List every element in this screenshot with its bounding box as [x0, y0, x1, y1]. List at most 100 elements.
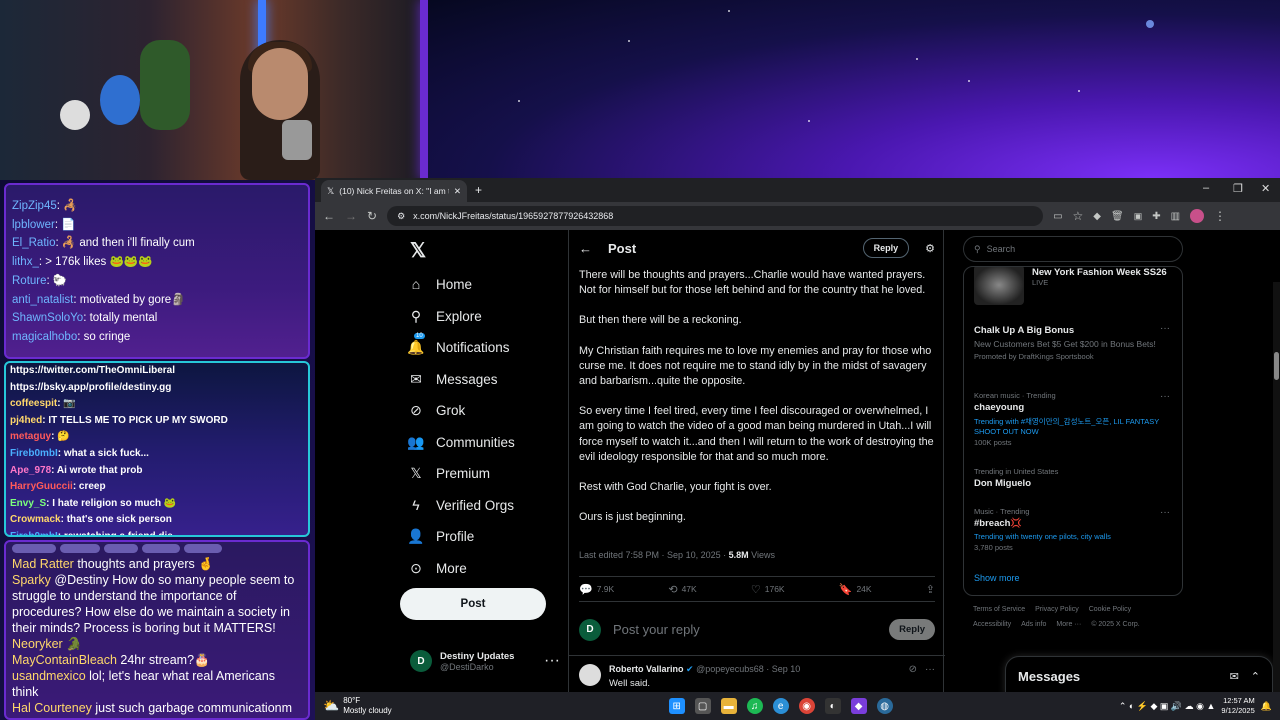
edge-icon[interactable]: e — [772, 698, 789, 714]
nav-communities[interactable]: 👥 Communities — [407, 434, 515, 450]
nav-home[interactable]: ⌂ Home — [408, 276, 472, 292]
chat-username[interactable]: usandmexico — [12, 669, 86, 683]
nav-grok[interactable]: ⊘ Grok — [408, 402, 465, 418]
profile-avatar[interactable] — [1190, 209, 1205, 223]
close-window-button[interactable]: ✕ — [1261, 182, 1270, 195]
chat-username[interactable]: MayContainBleach — [12, 653, 117, 667]
nav-notifications[interactable]: 🔔 10 Notifications — [407, 333, 510, 355]
repost-action[interactable]: ⟲ 47K — [668, 583, 696, 596]
edited-timestamp[interactable]: Last edited 7:58 PM · Sep 10, 2025 · — [579, 550, 729, 560]
grok-icon[interactable]: ⊘ — [909, 664, 917, 692]
nav-messages[interactable]: ✉ Messages — [408, 371, 497, 387]
nav-explore[interactable]: ⚲ Explore — [408, 308, 482, 324]
post-button[interactable]: Post — [400, 588, 546, 620]
reply-pill-button[interactable]: Reply — [862, 238, 910, 258]
chrome-icon[interactable]: ◉ — [798, 698, 815, 714]
nav-more[interactable]: ⊙ More — [408, 560, 467, 576]
extension-icon-2[interactable]: ▣ — [1134, 211, 1143, 222]
footer-link[interactable]: Ads info — [1021, 621, 1046, 628]
tray-icons[interactable]: ⌃ ◐ ⚡ ◆ ▣ 🔊 ☁ ◉ ▲ — [1119, 701, 1216, 712]
trend-item[interactable]: Music · Trending #breach💢 Trending with … — [974, 507, 1174, 552]
footer-link[interactable]: Privacy Policy — [1035, 606, 1079, 613]
chat-username[interactable]: lithx_ — [12, 256, 39, 268]
chat-username[interactable]: Sparky — [12, 573, 51, 587]
reply-author[interactable]: Roberto Vallarino — [609, 664, 684, 674]
more-dots-icon[interactable]: ··· — [1160, 391, 1170, 402]
trend-item[interactable]: Trending in United States Don Miguelo — [974, 467, 1174, 489]
chat-username[interactable]: ShawnSoloYo — [12, 312, 83, 324]
chat-username[interactable]: magicalhobo — [12, 331, 77, 343]
chat-username[interactable]: Envy_S — [10, 498, 46, 509]
chat-username[interactable]: HarryGuuccii — [10, 481, 73, 492]
reply-input[interactable]: Post your reply — [613, 622, 877, 637]
chat-username[interactable]: Ape_978 — [10, 465, 51, 476]
nav-profile[interactable]: 👤 Profile — [407, 528, 474, 544]
cast-icon[interactable]: ▭ — [1053, 211, 1062, 222]
address-bar[interactable]: ⚙ x.com/NickJFreitas/status/196592787792… — [387, 206, 1044, 226]
more-dots-icon[interactable]: ··· — [1160, 507, 1170, 518]
chat-username[interactable]: Mad Ratter — [12, 557, 74, 571]
spotify-icon[interactable]: ♫ — [746, 698, 763, 714]
new-message-icon[interactable]: ✉ — [1230, 670, 1239, 683]
trend-item[interactable]: Korean music · Trending chaeyoung Trendi… — [974, 391, 1174, 447]
promoted-trend[interactable]: Chalk Up A Big Bonus New Customers Bet $… — [974, 323, 1174, 361]
maximize-button[interactable]: ❐ — [1233, 182, 1243, 195]
back-arrow-icon[interactable]: ← — [579, 241, 592, 256]
chat-username[interactable]: El_Ratio — [12, 237, 55, 249]
show-more-link[interactable]: Show more — [974, 573, 1174, 583]
reply-item[interactable]: Roberto Vallarino ✔ @popeyecubs68 · Sep … — [569, 660, 945, 692]
chat-username[interactable]: ZipZip45 — [12, 200, 57, 212]
nav-premium[interactable]: 𝕏 Premium — [408, 465, 490, 481]
chat-username[interactable]: Fireb0mbI — [10, 448, 58, 459]
chat-username[interactable]: metaguy — [10, 431, 51, 442]
back-icon[interactable]: ← — [323, 209, 335, 223]
puzzle-icon[interactable]: ✚ — [1152, 211, 1160, 222]
chat-username[interactable]: Roture — [12, 275, 47, 287]
chat-username[interactable]: pj4hed — [10, 415, 42, 426]
reply-avatar[interactable] — [579, 664, 601, 686]
start-icon[interactable]: ⊞ — [668, 698, 685, 714]
search-input[interactable]: ⚲ Search — [963, 236, 1183, 262]
bookmark-star-icon[interactable]: ☆ — [1073, 209, 1084, 223]
more-dots-icon[interactable]: ··· — [544, 652, 560, 670]
browser-tab[interactable]: 𝕏 (10) Nick Freitas on X: "I am tol ✕ — [321, 180, 467, 202]
globe-icon[interactable]: ◍ — [876, 698, 893, 714]
site-info-icon[interactable]: ⚙ — [397, 211, 405, 222]
chat-username[interactable]: Hal Courteney — [12, 701, 92, 715]
notification-icon[interactable]: 🔔 — [1261, 701, 1272, 712]
x-logo[interactable]: 𝕏 — [410, 238, 426, 263]
app-icon[interactable]: ◆ — [850, 698, 867, 714]
weather-widget[interactable]: 80°F Mostly cloudy — [343, 696, 391, 716]
footer-link[interactable]: More ··· — [1056, 621, 1081, 628]
chat-username[interactable]: Neoryker — [12, 637, 63, 651]
scrollbar[interactable] — [1273, 282, 1280, 692]
sidebar-icon[interactable]: ▥ — [1171, 211, 1180, 222]
share-action[interactable]: ⇪ — [926, 583, 935, 596]
reply-submit-button[interactable]: Reply — [889, 619, 935, 640]
chat-username[interactable]: Crowmack — [10, 514, 61, 525]
chat-username[interactable]: anti_natalist — [12, 294, 73, 306]
chat-username[interactable]: Fireb0mbI — [10, 531, 58, 535]
footer-link[interactable]: Terms of Service — [973, 606, 1025, 613]
file-explorer-icon[interactable]: ▬ — [720, 698, 737, 714]
clock[interactable]: 12:57 AM 9/12/2025 — [1221, 696, 1254, 716]
new-tab-button[interactable]: + — [475, 183, 482, 197]
expand-icon[interactable]: ⌃ — [1251, 670, 1260, 683]
forward-icon[interactable]: → — [345, 209, 357, 223]
extension-icon[interactable]: ◆ — [1093, 211, 1101, 222]
more-dots-icon[interactable]: ··· — [1160, 323, 1170, 334]
bookmark-action[interactable]: 🔖 24K — [839, 583, 872, 596]
like-action[interactable]: ♡ 176K — [751, 583, 785, 596]
reload-icon[interactable]: ↻ — [367, 209, 377, 223]
obs-icon[interactable]: ◐ — [824, 698, 841, 714]
chat-username[interactable]: coffeespit — [10, 398, 57, 409]
task-view-icon[interactable]: ▢ — [694, 698, 711, 714]
account-switcher[interactable]: D Destiny Updates @DestiDarko ··· — [410, 646, 560, 676]
scrollbar-thumb[interactable] — [1274, 352, 1279, 380]
filter-icon[interactable]: ⚙ — [925, 242, 935, 255]
messages-drawer[interactable]: Messages ✉ ⌃ — [1005, 656, 1273, 692]
trash-icon[interactable]: 🗑 — [1111, 211, 1124, 222]
footer-link[interactable]: Cookie Policy — [1089, 606, 1131, 613]
menu-icon[interactable]: ⋮ — [1214, 209, 1226, 223]
minimize-button[interactable]: – — [1203, 182, 1209, 194]
